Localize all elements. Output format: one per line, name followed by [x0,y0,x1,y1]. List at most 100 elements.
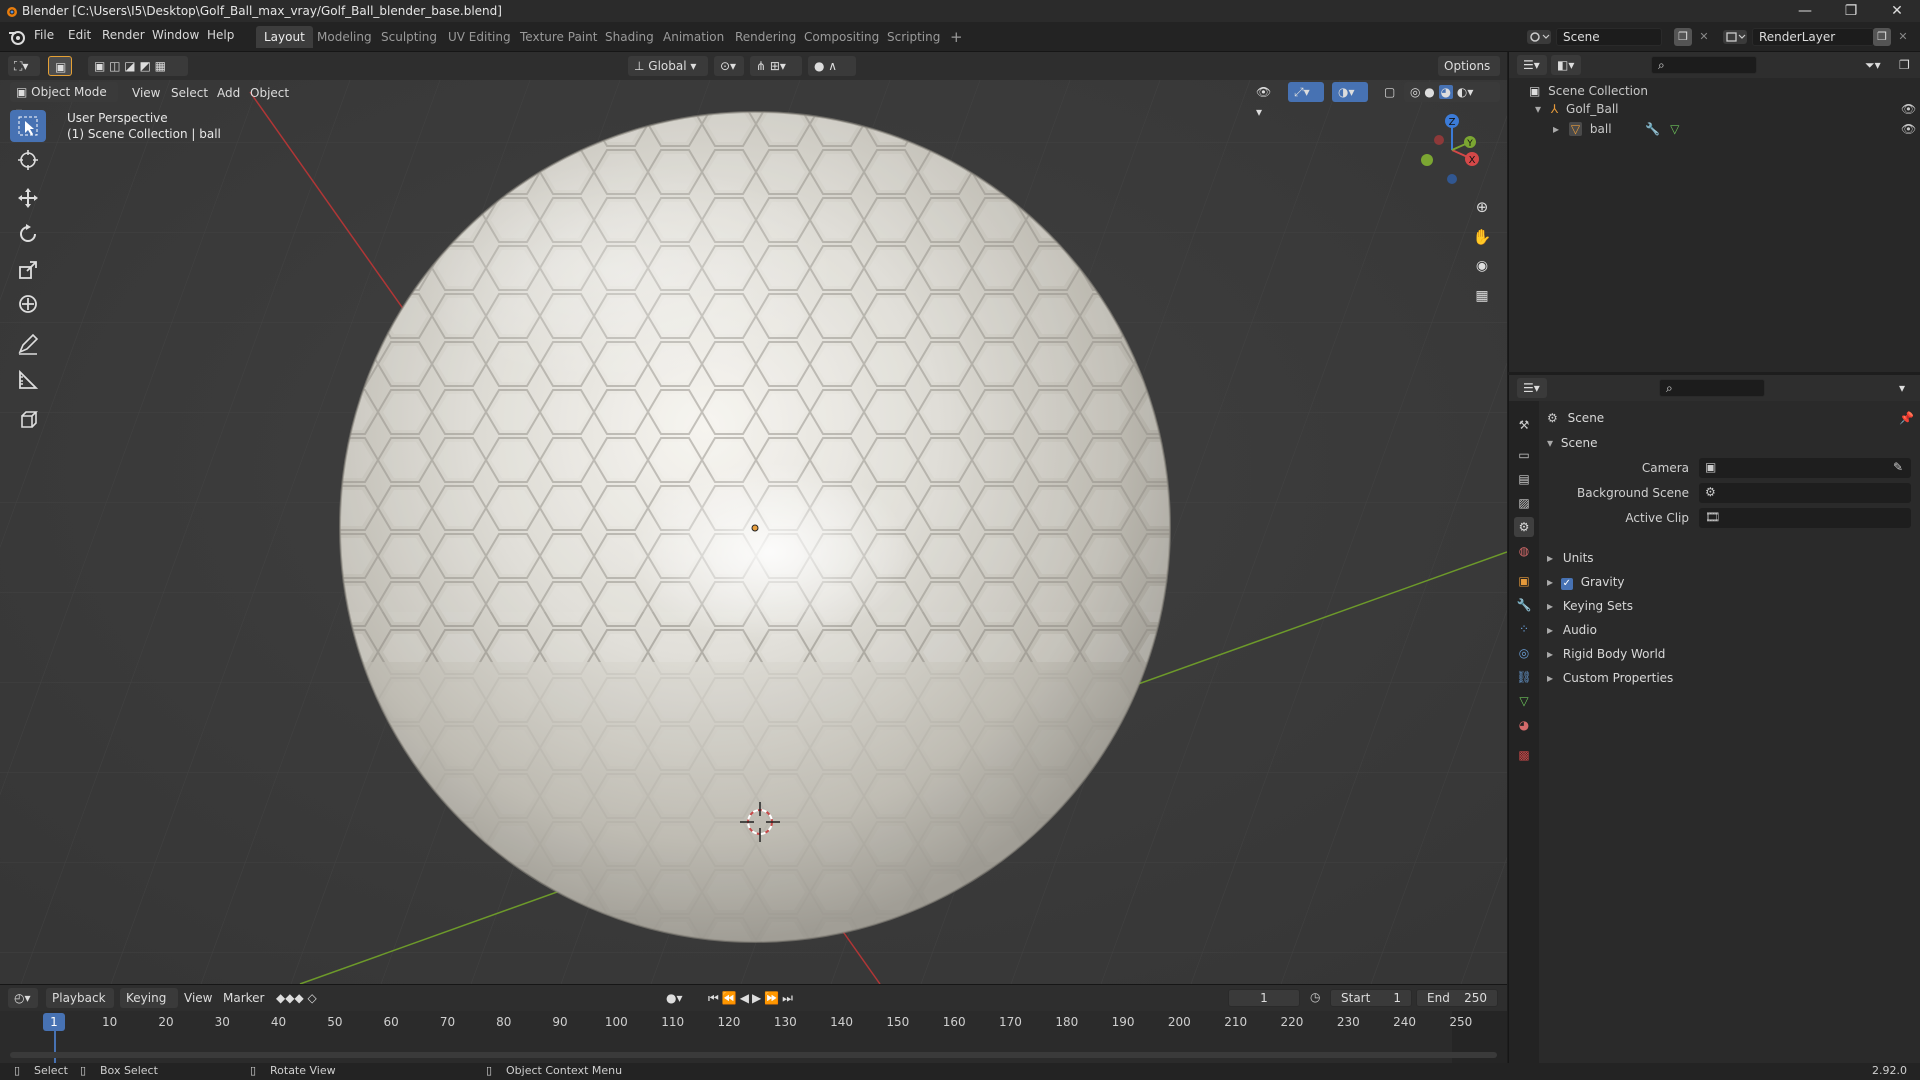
view-layer-tab-icon[interactable]: ▨ [1514,493,1534,513]
rigid-body-world-panel[interactable]: ▸ Rigid Body World [1547,647,1665,661]
outliner-item-ball[interactable]: ▸ ▽ ball 🔧 ▽ 👁 [1553,122,1916,136]
viewport-menu-add[interactable]: Add [217,86,240,100]
viewport-menu-view[interactable]: View [132,86,160,100]
properties-options-icon[interactable]: ▾ [1893,378,1915,398]
selection-mode-icons[interactable]: ▣ ◫ ◪ ◩ ▦ [88,56,188,76]
minimize-button[interactable]: — [1782,0,1828,22]
visibility-eye-icon[interactable]: 👁 [1901,102,1916,116]
audio-panel[interactable]: ▸ Audio [1547,623,1597,637]
camera-field[interactable]: ▣ ✎ [1699,458,1911,478]
display-mode-icon[interactable]: ◧▾ [1551,55,1581,75]
tab-shading[interactable]: Shading [597,26,662,48]
new-collection-icon[interactable]: ❐ [1893,55,1915,75]
blender-menu-icon[interactable] [8,29,26,45]
options-dropdown[interactable]: Options ▾ [1438,56,1500,93]
scene-browse-icon[interactable] [1526,28,1552,46]
cursor-tool-icon[interactable] [10,144,46,176]
timeline-marker-menu[interactable]: Marker [223,991,264,1005]
viewport-menu-object[interactable]: Object [250,86,289,100]
overlay-toggle-icon[interactable]: ◑▾ [1332,82,1368,102]
material-tab-icon[interactable]: ◕ [1514,715,1534,735]
timeline-view-menu[interactable]: View [184,991,212,1005]
menu-help[interactable]: Help [207,28,234,42]
pivot-point-icon[interactable]: ⊙▾ [714,56,744,76]
outliner-item-golf-ball[interactable]: ▾ ⅄ Golf_Ball 👁 [1535,102,1916,116]
scene-panel-header[interactable]: ▾ Scene [1547,436,1597,450]
visibility-icon[interactable]: 👁▾ [1250,82,1278,119]
camera-view-icon[interactable]: ◉ [1470,258,1494,282]
filter-icon[interactable]: ⏷▾ [1859,55,1889,75]
tab-compositing[interactable]: Compositing [796,26,887,48]
ortho-toggle-icon[interactable]: ▦ [1470,288,1494,312]
zoom-view-icon[interactable]: ⊕ [1470,198,1494,222]
preview-range-icon[interactable]: ◷ [1310,990,1320,1004]
tab-rendering[interactable]: Rendering [727,26,804,48]
transform-orientation-dropdown[interactable]: ⊥ Global ▾ [628,56,708,76]
annotate-tool-icon[interactable] [10,328,46,360]
select-tool-icon[interactable]: ▣ [48,56,72,76]
transform-tool-icon[interactable] [10,288,46,320]
gravity-panel[interactable]: ▸ ✓ Gravity [1547,575,1625,590]
active-clip-field[interactable]: 🎞 [1699,508,1911,528]
playback-menu[interactable]: Playback ▾ [46,988,114,1025]
constraints-tab-icon[interactable]: ⛓ [1514,667,1534,687]
scene-collection-row[interactable]: ▣ Scene Collection [1529,84,1648,98]
maximize-button[interactable]: ❐ [1828,0,1874,22]
shading-mode-icons[interactable]: ◎ ● ◕ ◐▾ [1404,82,1500,102]
editor-type-icon[interactable]: ⛶▾ [8,56,40,76]
add-workspace-button[interactable]: + [942,26,971,48]
start-frame-field[interactable]: Start 1 [1330,989,1412,1007]
new-renderlayer-icon[interactable]: ❐ [1873,28,1891,46]
mesh-data-icon[interactable]: ▽ [1670,122,1679,136]
tab-modeling[interactable]: Modeling [309,26,380,48]
menu-window[interactable]: Window [152,28,199,42]
add-cube-tool-icon[interactable] [10,404,46,436]
properties-search-input[interactable]: ⌕ [1659,379,1765,397]
tab-texture-paint[interactable]: Texture Paint [512,26,605,48]
eyedropper-icon[interactable]: ✎ [1893,460,1903,474]
modifier-icon[interactable]: 🔧 [1645,122,1660,136]
texture-tab-icon[interactable]: ▩ [1514,745,1534,765]
timeline-editor-icon[interactable]: ◴▾ [8,988,38,1008]
modifier-tab-icon[interactable]: 🔧 [1514,595,1534,615]
background-scene-field[interactable]: ⚙ [1699,483,1911,503]
units-panel[interactable]: ▸ Units [1547,551,1594,565]
gravity-checkbox[interactable]: ✓ [1560,578,1573,590]
mode-dropdown[interactable]: ▣ Object Mode ▾ [10,82,118,119]
tab-uv-editing[interactable]: UV Editing [440,26,519,48]
scale-tool-icon[interactable] [10,254,46,286]
delete-renderlayer-icon[interactable]: ✕ [1894,28,1912,46]
tool-tab-icon[interactable]: ⚒ [1514,415,1534,435]
menu-render[interactable]: Render [102,28,145,42]
timeline-scrollbar[interactable] [10,1052,1497,1058]
tab-scripting[interactable]: Scripting [879,26,948,48]
move-tool-icon[interactable] [10,182,46,214]
pan-view-icon[interactable]: ✋ [1470,228,1494,252]
current-frame-field[interactable]: 1 [1228,989,1300,1007]
expand-icon[interactable]: ▾ [1535,102,1541,116]
keying-menu[interactable]: Keying ▾ [120,988,178,1025]
xray-icon[interactable]: ▢ [1378,82,1400,102]
expand-icon[interactable]: ▸ [1553,122,1559,136]
object-tab-icon[interactable]: ▣ [1514,571,1534,591]
physics-tab-icon[interactable]: ◎ [1514,643,1534,663]
playback-controls[interactable]: ⏮⏪◀▶⏩⏭ [702,988,828,1008]
renderlayer-browse-icon[interactable] [1722,28,1748,46]
gizmo-toggle-icon[interactable]: ⤢▾ [1288,82,1324,102]
visibility-eye-icon[interactable]: 👁 [1901,122,1916,136]
world-tab-icon[interactable]: ◍ [1514,541,1534,561]
keying-sets-panel[interactable]: ▸ Keying Sets [1547,599,1633,613]
viewport-menu-select[interactable]: Select [171,86,208,100]
particles-tab-icon[interactable]: ⁘ [1514,619,1534,639]
playhead[interactable]: 1 [43,1013,65,1031]
outliner-search-input[interactable]: ⌕ [1651,56,1757,74]
snap-icon[interactable]: ⋔ ⊞▾ [750,56,802,76]
rotate-tool-icon[interactable] [10,218,46,250]
scene-tab-icon[interactable]: ⚙ [1514,517,1534,537]
render-tab-icon[interactable]: ▭ [1514,445,1534,465]
menu-file[interactable]: File [34,28,54,42]
data-tab-icon[interactable]: ▽ [1514,691,1534,711]
measure-tool-icon[interactable] [10,364,46,396]
keyframe-icons[interactable]: ◆◆◆ ◇ [270,988,344,1008]
delete-scene-icon[interactable]: ✕ [1695,28,1713,46]
